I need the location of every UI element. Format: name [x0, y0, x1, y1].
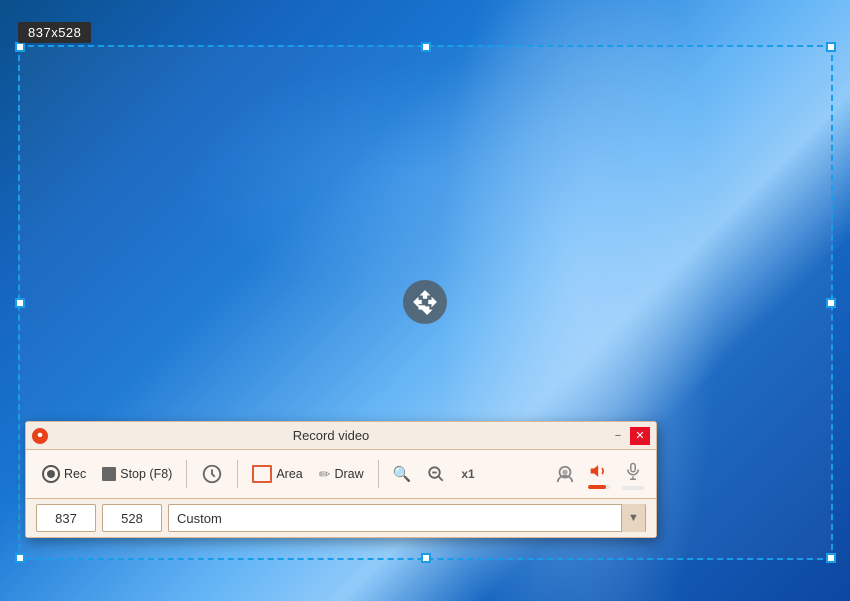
stop-label: Stop (F8): [120, 467, 172, 481]
bottom-bar: Custom ▼: [26, 498, 656, 537]
speaker-icon: [588, 461, 610, 481]
mic-area: [620, 458, 646, 490]
app-icon: [32, 428, 48, 444]
separator-2: [237, 460, 238, 488]
move-cursor-icon: [403, 280, 447, 324]
record-panel: Record video − ✕ Rec Stop (F8): [25, 421, 657, 538]
close-button[interactable]: ✕: [630, 427, 650, 445]
mic-button[interactable]: [620, 458, 646, 484]
area-button[interactable]: Area: [246, 462, 308, 486]
zoom-in-icon: 🔍: [393, 465, 412, 483]
title-bar: Record video − ✕: [26, 422, 656, 450]
speaker-level-bar: [588, 485, 610, 489]
stop-icon: [102, 467, 116, 481]
move-arrows-svg: [412, 289, 438, 315]
window-controls: − ✕: [608, 427, 650, 445]
rec-button[interactable]: Rec: [36, 462, 92, 486]
right-icons: [552, 458, 646, 490]
area-icon: [252, 465, 272, 483]
area-label: Area: [276, 467, 302, 481]
dropdown-arrow-icon: ▼: [621, 504, 645, 532]
preset-label: Custom: [177, 511, 222, 526]
separator-1: [186, 460, 187, 488]
mic-level-bar: [622, 486, 644, 490]
draw-button[interactable]: ✏ Draw: [313, 463, 370, 486]
minimize-button[interactable]: −: [608, 427, 628, 445]
draw-icon: ✏: [319, 466, 331, 483]
dimension-label: 837x528: [18, 22, 91, 43]
stop-button[interactable]: Stop (F8): [96, 464, 178, 484]
zoom-out-button[interactable]: [421, 462, 451, 486]
draw-label: Draw: [334, 467, 363, 481]
zoom-out-icon: [427, 465, 445, 483]
panel-title: Record video: [54, 428, 608, 443]
preset-dropdown[interactable]: Custom ▼: [168, 504, 646, 532]
webcam-icon: [554, 464, 576, 484]
separator-3: [378, 460, 379, 488]
speaker-area: [584, 459, 614, 489]
rec-icon: [42, 465, 60, 483]
speaker-button[interactable]: [584, 459, 614, 483]
zoom-x1-button[interactable]: x1: [455, 464, 480, 484]
schedule-button[interactable]: [195, 460, 229, 488]
toolbar: Rec Stop (F8) Area ✏ Draw: [26, 450, 656, 498]
zoom-x1-label: x1: [461, 467, 474, 481]
mic-icon: [624, 460, 642, 482]
webcam-button[interactable]: [552, 462, 578, 486]
rec-label: Rec: [64, 467, 86, 481]
clock-icon: [201, 463, 223, 485]
width-input[interactable]: [36, 504, 96, 532]
zoom-in-button[interactable]: 🔍: [387, 462, 418, 486]
height-input[interactable]: [102, 504, 162, 532]
